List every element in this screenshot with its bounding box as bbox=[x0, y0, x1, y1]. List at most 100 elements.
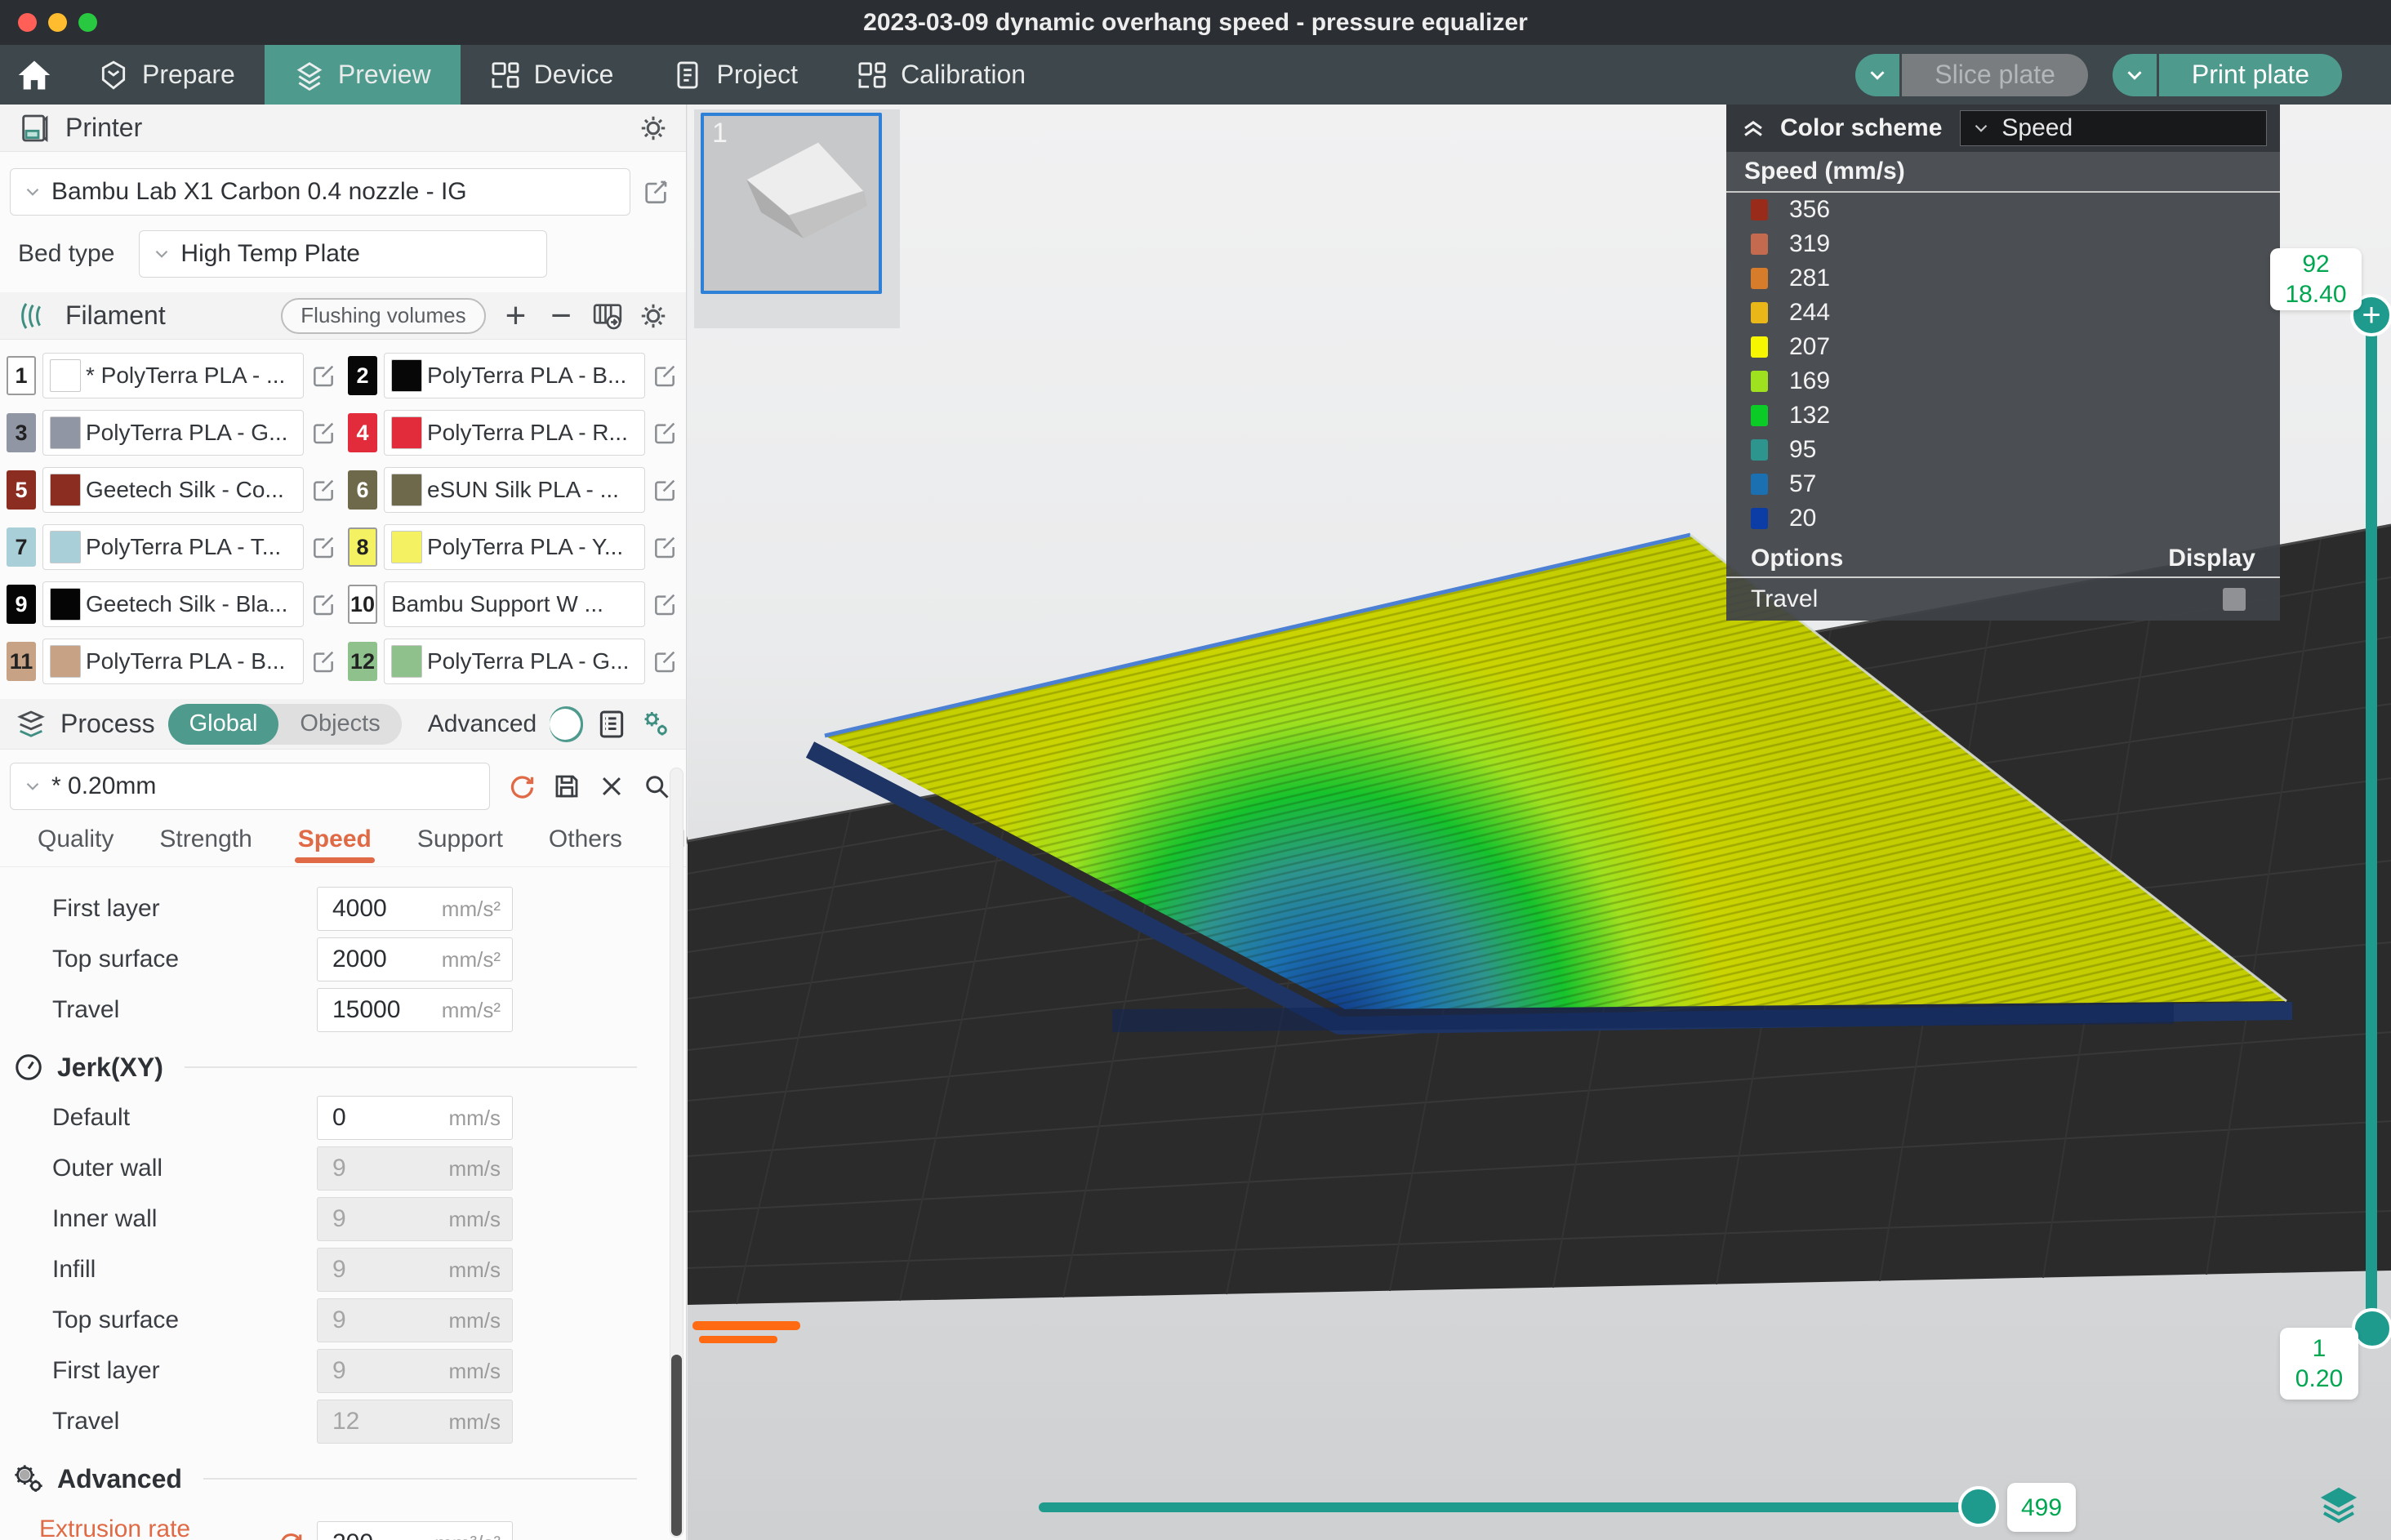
revert-setting-icon[interactable] bbox=[276, 1529, 304, 1540]
window-controls[interactable] bbox=[18, 13, 97, 32]
bed-type-select[interactable]: High Temp Plate bbox=[139, 230, 547, 278]
filament-select[interactable]: Bambu Support W ... bbox=[384, 581, 645, 627]
ams-sync-icon[interactable] bbox=[591, 300, 624, 332]
filament-number-badge[interactable]: 1 bbox=[7, 356, 36, 395]
slice-plate-dropdown-button[interactable] bbox=[1855, 54, 1899, 96]
edit-filament-icon[interactable] bbox=[652, 591, 678, 617]
filament-number-badge[interactable]: 3 bbox=[7, 413, 36, 452]
revert-preset-icon[interactable] bbox=[506, 772, 536, 801]
edit-filament-icon[interactable] bbox=[310, 534, 336, 560]
printer-settings-gear-icon[interactable] bbox=[639, 113, 668, 143]
tab-preview[interactable]: Preview bbox=[265, 45, 461, 105]
scope-objects-button[interactable]: Objects bbox=[278, 704, 401, 745]
filament-number-badge[interactable]: 12 bbox=[348, 642, 377, 681]
edit-filament-icon[interactable] bbox=[652, 534, 678, 560]
remove-filament-button[interactable]: − bbox=[545, 300, 577, 332]
minimize-window-button[interactable] bbox=[48, 13, 67, 32]
filament-number-badge[interactable]: 4 bbox=[348, 413, 377, 452]
filament-select[interactable]: PolyTerra PLA - R... bbox=[384, 410, 645, 456]
tab-speed[interactable]: Speed bbox=[275, 826, 394, 866]
preview-3d-viewport[interactable]: 1 Color scheme Speed Speed (mm/s) 356 31… bbox=[688, 105, 2391, 1540]
edit-filament-icon[interactable] bbox=[310, 363, 336, 389]
edit-filament-icon[interactable] bbox=[310, 591, 336, 617]
filament-number-badge[interactable]: 2 bbox=[348, 356, 377, 395]
extrusion-rate-smoothing-input[interactable]: 200 mm³/s² bbox=[317, 1521, 513, 1540]
save-preset-icon[interactable] bbox=[552, 772, 581, 801]
edit-filament-icon[interactable] bbox=[652, 648, 678, 674]
close-window-button[interactable] bbox=[18, 13, 37, 32]
travel-accel-input[interactable]: 15000 mm/s² bbox=[317, 988, 513, 1032]
filament-number-badge[interactable]: 5 bbox=[7, 470, 36, 510]
filament-select[interactable]: PolyTerra PLA - G... bbox=[384, 639, 645, 684]
collapse-panel-icon[interactable] bbox=[1739, 114, 1767, 142]
filament-select[interactable]: PolyTerra PLA - G... bbox=[42, 410, 304, 456]
filament-number-badge[interactable]: 10 bbox=[348, 585, 377, 624]
filament-select[interactable]: PolyTerra PLA - B... bbox=[384, 353, 645, 398]
layers-view-button[interactable] bbox=[2318, 1483, 2360, 1525]
add-filament-button[interactable]: + bbox=[501, 300, 532, 332]
process-preset-select[interactable]: * 0.20mm bbox=[10, 763, 490, 810]
search-settings-icon[interactable] bbox=[642, 772, 671, 801]
scope-global-button[interactable]: Global bbox=[168, 704, 279, 745]
move-slider-handle[interactable] bbox=[1958, 1486, 1999, 1527]
tab-calibration[interactable]: Calibration bbox=[827, 45, 1055, 105]
tab-support[interactable]: Support bbox=[394, 826, 526, 866]
first-layer-accel-input[interactable]: 4000 mm/s² bbox=[317, 887, 513, 931]
tab-prepare[interactable]: Prepare bbox=[69, 45, 265, 105]
filament-select[interactable]: * PolyTerra PLA - ... bbox=[42, 353, 304, 398]
filament-slot-10: 10 Bambu Support W ... bbox=[348, 581, 678, 627]
advanced-toggle[interactable] bbox=[550, 706, 583, 742]
filament-select[interactable]: PolyTerra PLA - Y... bbox=[384, 524, 645, 570]
object-settings-gears-icon[interactable] bbox=[640, 709, 671, 740]
prepare-icon bbox=[98, 60, 129, 91]
top-surface-accel-input[interactable]: 2000 mm/s² bbox=[317, 937, 513, 981]
advanced-gears-icon bbox=[13, 1463, 44, 1494]
edit-filament-icon[interactable] bbox=[652, 363, 678, 389]
delete-preset-icon[interactable] bbox=[598, 772, 626, 800]
setting-row: First layer 4000 mm/s² bbox=[0, 885, 686, 932]
layer-slider-track[interactable] bbox=[2366, 315, 2377, 1329]
filament-section-title: Filament bbox=[65, 300, 166, 331]
color-scheme-select[interactable]: Speed bbox=[1960, 110, 2267, 146]
tab-quality[interactable]: Quality bbox=[15, 826, 136, 866]
filament-select[interactable]: PolyTerra PLA - T... bbox=[42, 524, 304, 570]
home-button[interactable] bbox=[0, 45, 69, 105]
print-plate-button[interactable]: Print plate bbox=[2159, 54, 2342, 96]
tab-others[interactable]: Others bbox=[526, 826, 645, 866]
edit-filament-icon[interactable] bbox=[310, 648, 336, 674]
jerk-default-input[interactable]: 0 mm/s bbox=[317, 1096, 513, 1140]
plate-1-thumbnail[interactable]: 1 bbox=[701, 113, 882, 294]
filament-select[interactable]: Geetech Silk - Co... bbox=[42, 467, 304, 513]
edit-filament-icon[interactable] bbox=[310, 477, 336, 503]
move-slider-track[interactable] bbox=[1039, 1502, 1978, 1512]
printer-preset-select[interactable]: Bambu Lab X1 Carbon 0.4 nozzle - IG bbox=[10, 168, 630, 216]
tab-project[interactable]: Project bbox=[643, 45, 827, 105]
parameter-list-icon[interactable] bbox=[596, 709, 627, 740]
edit-filament-icon[interactable] bbox=[310, 420, 336, 446]
filament-number-badge[interactable]: 7 bbox=[7, 527, 36, 567]
filament-number-badge[interactable]: 8 bbox=[348, 527, 377, 567]
filament-number-badge[interactable]: 6 bbox=[348, 470, 377, 510]
tab-device[interactable]: Device bbox=[461, 45, 643, 105]
sidebar-scrollbar[interactable] bbox=[670, 768, 683, 1538]
tab-strength[interactable]: Strength bbox=[136, 826, 274, 866]
setting-row: Top surface 9 mm/s bbox=[0, 1297, 686, 1344]
filament-number-badge[interactable]: 9 bbox=[7, 585, 36, 624]
filament-settings-gear-icon[interactable] bbox=[639, 301, 668, 331]
filament-select[interactable]: eSUN Silk PLA - ... bbox=[384, 467, 645, 513]
legend-entry: 132 bbox=[1726, 398, 2280, 433]
travel-display-checkbox[interactable] bbox=[2223, 588, 2246, 611]
scrollbar-thumb[interactable] bbox=[671, 1355, 682, 1536]
filament-slot-11: 11 PolyTerra PLA - B... bbox=[7, 639, 336, 684]
filament-select[interactable]: Geetech Silk - Bla... bbox=[42, 581, 304, 627]
print-plate-dropdown-button[interactable] bbox=[2113, 54, 2157, 96]
edit-filament-icon[interactable] bbox=[652, 477, 678, 503]
slice-plate-button[interactable]: Slice plate bbox=[1902, 54, 2088, 96]
flushing-volumes-button[interactable]: Flushing volumes bbox=[281, 298, 485, 334]
edit-printer-icon[interactable] bbox=[642, 178, 670, 206]
edit-filament-icon[interactable] bbox=[652, 420, 678, 446]
filament-number-badge[interactable]: 11 bbox=[7, 642, 36, 681]
maximize-window-button[interactable] bbox=[78, 13, 97, 32]
filament-select[interactable]: PolyTerra PLA - B... bbox=[42, 639, 304, 684]
filament-color-swatch bbox=[391, 474, 422, 506]
